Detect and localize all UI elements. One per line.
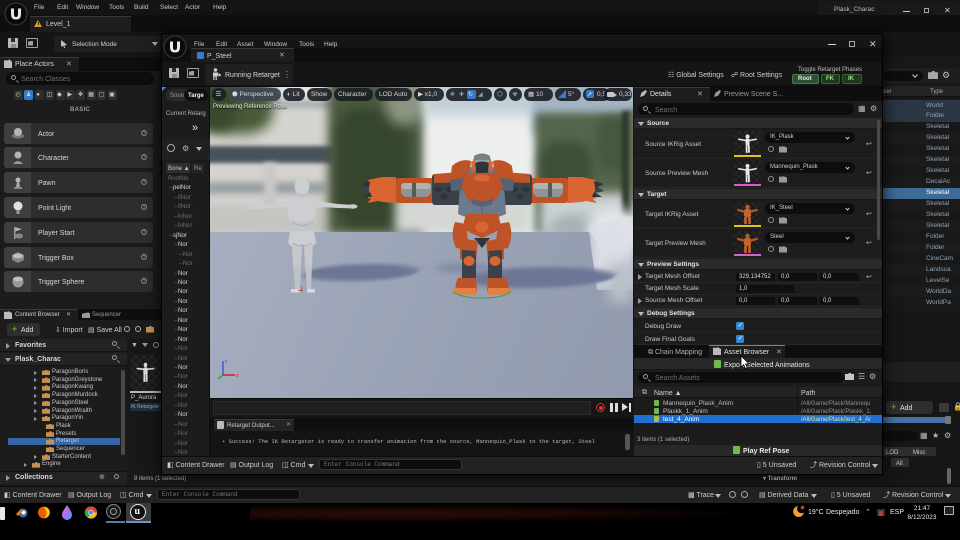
svg-text:x: x (236, 373, 239, 379)
svg-text:z: z (225, 359, 228, 365)
